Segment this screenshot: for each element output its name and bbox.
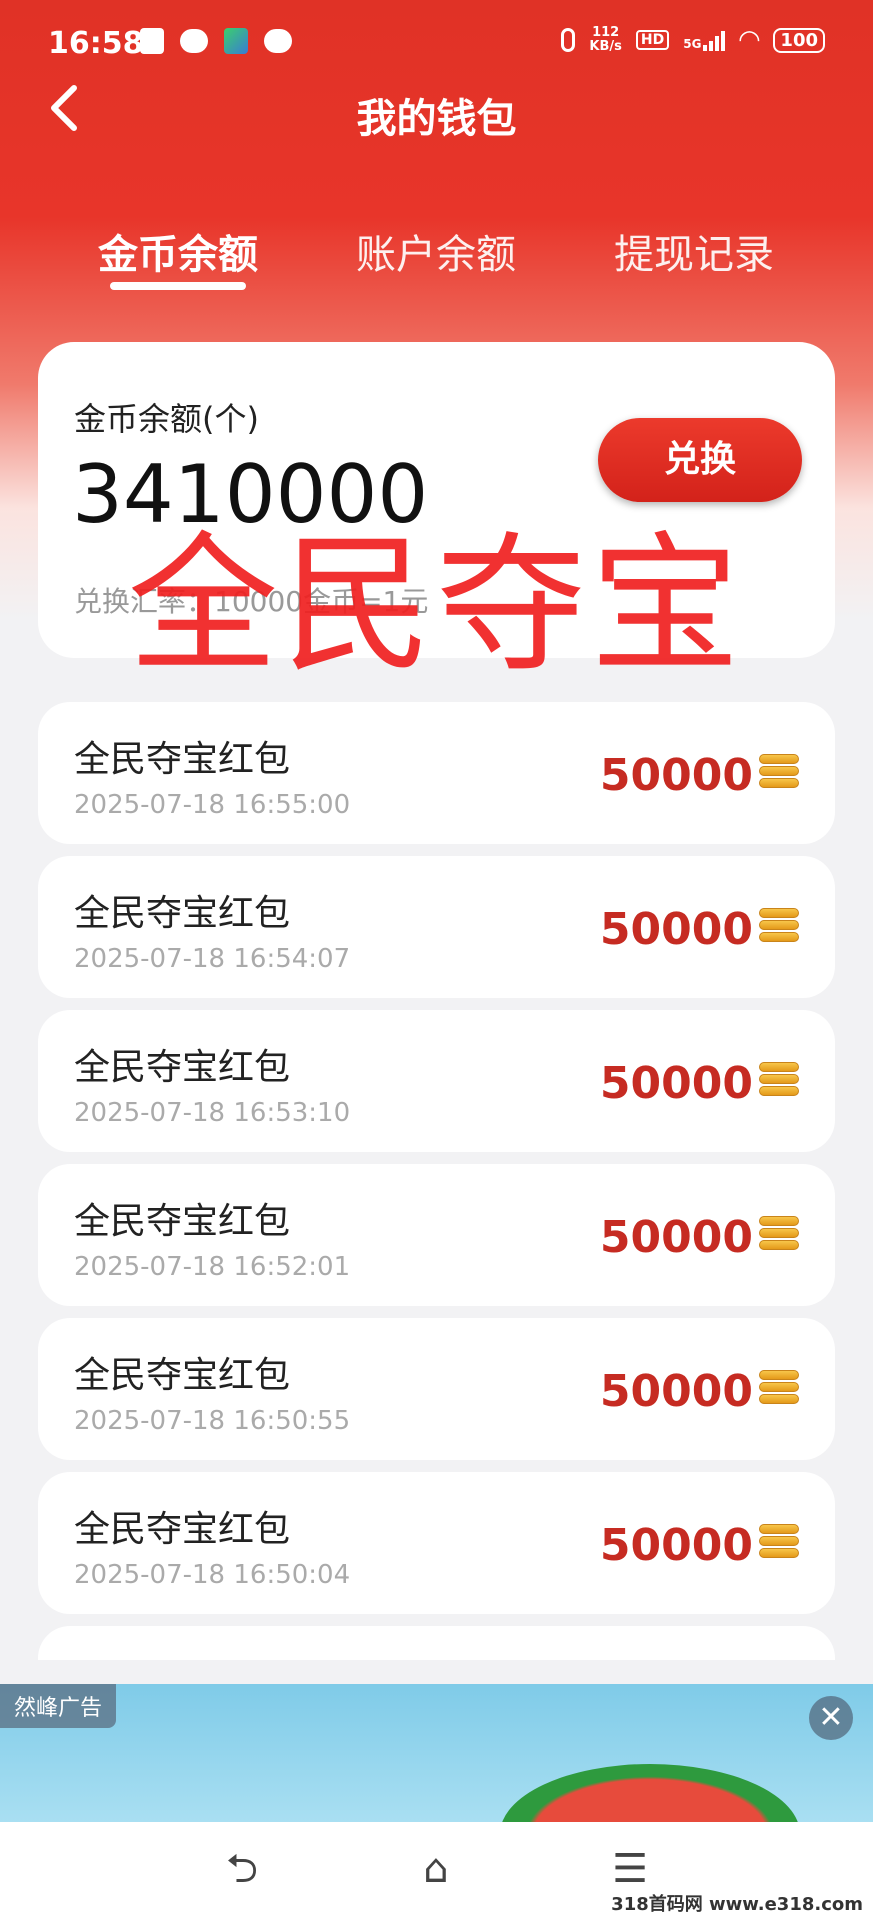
net-speed-value: 112 xyxy=(592,25,620,40)
footer-watermark: 318首码网 www.e318.com xyxy=(611,1894,863,1915)
record-time: 2025-07-18 16:50:55 xyxy=(74,1406,351,1436)
list-item: 全民夺宝红包 2025-07-18 16:50:55 50000 xyxy=(38,1318,835,1460)
list-item: 全民夺宝红包 2025-07-18 16:52:01 50000 xyxy=(38,1164,835,1306)
record-time: 2025-07-18 16:55:00 xyxy=(74,790,351,820)
tab-account-balance[interactable]: 账户余额 xyxy=(326,222,546,280)
watermelon-image xyxy=(500,1764,800,1822)
list-item: 全民夺宝红包 2025-07-18 16:54:07 50000 xyxy=(38,856,835,998)
coin-stack-icon xyxy=(759,908,799,950)
coin-stack-icon xyxy=(759,1062,799,1104)
record-amount: 50000 xyxy=(599,750,753,801)
list-item: 全民夺宝红包 2025-07-18 16:53:10 50000 xyxy=(38,1010,835,1152)
wechat-icon xyxy=(180,29,208,53)
message-icon xyxy=(264,29,292,53)
close-icon[interactable]: ✕ xyxy=(809,1696,853,1740)
notification-icons xyxy=(140,28,292,54)
mic-icon xyxy=(561,28,576,52)
page-title: 我的钱包 xyxy=(356,96,517,142)
status-bar: 16:58 112 KB/s HD 5G ◠ 100 xyxy=(0,0,873,80)
network-type: 5G xyxy=(683,37,702,51)
tab-withdraw-records[interactable]: 提现记录 xyxy=(584,222,804,280)
record-name: 全民夺宝红包 xyxy=(74,1355,291,1396)
back-nav-icon[interactable]: ⮌ xyxy=(212,1844,272,1894)
record-amount: 50000 xyxy=(599,1366,753,1417)
record-time: 2025-07-18 16:50:04 xyxy=(74,1560,351,1590)
tab-coin-balance[interactable]: 金币余额 xyxy=(68,222,288,280)
record-name: 全民夺宝红包 xyxy=(74,739,291,780)
net-speed-unit: KB/s xyxy=(589,39,622,54)
record-amount: 50000 xyxy=(599,1212,753,1263)
record-list: 全民夺宝红包 2025-07-18 16:55:00 50000 全民夺宝红包 … xyxy=(38,702,835,1660)
home-icon[interactable]: ⌂ xyxy=(406,1844,466,1894)
ad-banner[interactable]: 然峰广告 ✕ xyxy=(0,1684,873,1822)
app-icon xyxy=(224,28,248,54)
list-item: 全民夺宝红包 2025-07-18 16:55:00 50000 xyxy=(38,702,835,844)
record-amount: 50000 xyxy=(599,904,753,955)
record-name: 全民夺宝红包 xyxy=(74,893,291,934)
list-item-partial xyxy=(38,1626,835,1660)
coin-stack-icon xyxy=(759,754,799,796)
record-time: 2025-07-18 16:54:07 xyxy=(74,944,351,974)
ad-label: 然峰广告 xyxy=(0,1684,117,1728)
record-amount: 50000 xyxy=(599,1058,753,1109)
coin-stack-icon xyxy=(759,1524,799,1566)
record-name: 全民夺宝红包 xyxy=(74,1509,291,1550)
balance-label: 金币余额(个) xyxy=(74,400,259,438)
battery-icon: 100 xyxy=(773,27,825,53)
wifi-icon: ◠ xyxy=(739,25,760,55)
coin-stack-icon xyxy=(759,1216,799,1258)
clipboard-icon xyxy=(140,28,164,54)
menu-icon[interactable]: ☰ xyxy=(600,1844,660,1894)
system-icons: 112 KB/s HD 5G ◠ 100 xyxy=(561,26,825,54)
record-amount: 50000 xyxy=(599,1520,753,1571)
hd-icon: HD xyxy=(635,30,670,50)
signal-icon: 5G xyxy=(683,29,726,51)
tab-indicator xyxy=(110,282,246,290)
record-name: 全民夺宝红包 xyxy=(74,1201,291,1242)
status-time: 16:58 xyxy=(48,26,144,61)
record-time: 2025-07-18 16:53:10 xyxy=(74,1098,351,1128)
overlay-watermark: 全民夺宝 xyxy=(128,519,745,693)
record-name: 全民夺宝红包 xyxy=(74,1047,291,1088)
list-item: 全民夺宝红包 2025-07-18 16:50:04 50000 xyxy=(38,1472,835,1614)
record-time: 2025-07-18 16:52:01 xyxy=(74,1252,351,1282)
tab-bar: 金币余额 账户余额 提现记录 xyxy=(0,222,873,302)
coin-stack-icon xyxy=(759,1370,799,1412)
net-speed: 112 KB/s xyxy=(589,26,621,54)
system-nav-bar: ⮌ ⌂ ☰ 318首码网 www.e318.com xyxy=(0,1822,873,1920)
